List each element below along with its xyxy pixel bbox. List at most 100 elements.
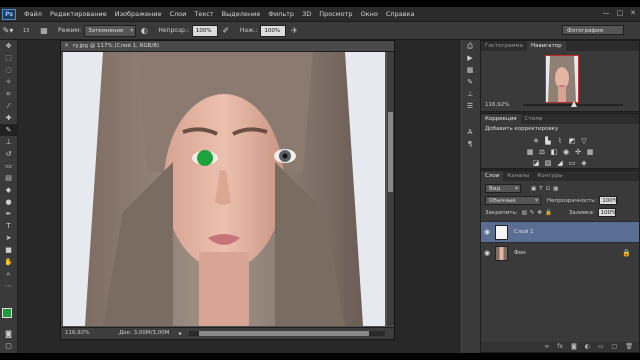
lasso-icon[interactable]: ◌: [0, 64, 17, 76]
vertical-scrollbar[interactable]: [387, 52, 394, 326]
menu-select[interactable]: Выделение: [218, 10, 265, 18]
brush-icon[interactable]: ✎: [0, 124, 17, 136]
paragraph-panel-icon[interactable]: ¶: [460, 138, 480, 150]
new-layer-icon[interactable]: ▢: [612, 342, 618, 352]
menu-file[interactable]: Файл: [20, 10, 46, 18]
character-panel-icon[interactable]: A: [460, 126, 480, 138]
brush-preset-icon[interactable]: ✎▾: [2, 25, 14, 36]
hand-icon[interactable]: ✋: [0, 256, 17, 268]
link-layers-icon[interactable]: ∞: [544, 342, 549, 352]
layer-style-icon[interactable]: fx: [557, 342, 563, 352]
layer-row-layer1[interactable]: ◉ Слой 1: [481, 221, 639, 242]
selective-color-icon[interactable]: ◈: [580, 159, 588, 167]
clone-stamp-icon[interactable]: ⊥: [0, 136, 17, 148]
vertical-scroll-thumb[interactable]: [388, 112, 393, 192]
eraser-icon[interactable]: ▭: [0, 160, 17, 172]
lock-icons[interactable]: ▨✎✥🔒: [522, 210, 555, 216]
document-tab[interactable]: ✕ ry.jpg @ 117% (Слой 1, RGB/8): [61, 41, 394, 52]
color-balance-icon[interactable]: ⚖: [538, 148, 546, 156]
zoom-icon[interactable]: ⌕: [0, 268, 17, 280]
add-mask-icon[interactable]: ◙: [571, 342, 577, 352]
menu-image[interactable]: Изображение: [111, 10, 166, 18]
channel-mixer-icon[interactable]: ✣: [574, 148, 582, 156]
layer-opacity-field[interactable]: 100%: [599, 196, 618, 205]
marquee-icon[interactable]: ⬚: [0, 52, 17, 64]
gradient-icon[interactable]: ▤: [0, 172, 17, 184]
tab-channels[interactable]: Каналы: [503, 171, 533, 181]
tab-styles[interactable]: Стили: [521, 114, 547, 124]
flow-field[interactable]: 100%: [260, 24, 287, 37]
maximize-icon[interactable]: □: [617, 9, 624, 17]
vibrance-icon[interactable]: ▽: [580, 137, 588, 145]
screen-mode-icon[interactable]: ▢: [0, 340, 17, 352]
brush-panel-icon[interactable]: ▦: [38, 25, 50, 36]
eye-icon[interactable]: ◉: [481, 228, 493, 236]
dodge-icon[interactable]: ●: [0, 196, 17, 208]
pen-icon[interactable]: ✒: [0, 208, 17, 220]
path-select-icon[interactable]: ➤: [0, 232, 17, 244]
menu-window[interactable]: Окно: [357, 10, 382, 18]
opacity-field[interactable]: 100%: [191, 24, 218, 37]
layer-comps-icon[interactable]: ▦: [460, 64, 480, 76]
menu-view[interactable]: Просмотр: [315, 10, 356, 18]
menu-edit[interactable]: Редактирование: [46, 10, 111, 18]
status-menu-arrow-icon[interactable]: ▸: [179, 328, 182, 339]
menu-layers[interactable]: Слои: [165, 10, 190, 18]
invert-icon[interactable]: ◪: [532, 159, 540, 167]
posterize-icon[interactable]: ▨: [544, 159, 552, 167]
layer-filter-icons[interactable]: ▣T⊡▦: [531, 186, 561, 192]
menu-help[interactable]: Справка: [382, 10, 419, 18]
navigator-slider-knob[interactable]: [571, 101, 577, 107]
eyedropper-icon[interactable]: ⁄: [0, 100, 17, 112]
properties-panel-icon[interactable]: ☰: [460, 100, 480, 112]
workspace-select[interactable]: Фотография: [562, 25, 624, 35]
layer-row-background[interactable]: ◉ Фон 🔒: [481, 242, 639, 263]
tab-layers[interactable]: Слои: [481, 171, 504, 181]
crop-icon[interactable]: ⌗: [0, 88, 17, 100]
actions-panel-icon[interactable]: ▶: [460, 52, 480, 64]
move-icon[interactable]: ✥: [0, 40, 17, 52]
shape-icon[interactable]: ■: [0, 244, 17, 256]
photo-filter-icon[interactable]: ◉: [562, 148, 570, 156]
type-icon[interactable]: T: [0, 220, 17, 232]
menu-type[interactable]: Текст: [190, 10, 217, 18]
history-brush-icon[interactable]: ↺: [0, 148, 17, 160]
blur-icon[interactable]: ◆: [0, 184, 17, 196]
horizontal-scrollbar[interactable]: [189, 331, 385, 336]
gradient-map-icon[interactable]: ▭: [568, 159, 576, 167]
navigator-zoom-slider[interactable]: [523, 101, 623, 107]
clone-source-icon[interactable]: ⊥: [460, 88, 480, 100]
brightness-icon[interactable]: ☀: [532, 137, 540, 145]
foreground-color-swatch[interactable]: [2, 308, 12, 318]
eye-icon[interactable]: ◉: [481, 249, 493, 257]
tab-histogram[interactable]: Гистограмма: [481, 41, 527, 51]
new-group-icon[interactable]: ▭: [598, 342, 604, 352]
adjustment-layer-icon[interactable]: ◐: [585, 342, 590, 352]
tab-paths[interactable]: Контуры: [533, 171, 566, 181]
horizontal-scroll-thumb[interactable]: [199, 331, 369, 336]
brush-size-picker[interactable]: 13: [18, 25, 34, 36]
exposure-icon[interactable]: ◩: [568, 137, 576, 145]
navigator-zoom[interactable]: 116,92%: [485, 99, 509, 111]
quick-select-icon[interactable]: ✧: [0, 76, 17, 88]
delete-layer-icon[interactable]: 🗑: [625, 342, 633, 352]
color-lookup-icon[interactable]: ▦: [586, 148, 594, 156]
hue-saturation-icon[interactable]: ▦: [526, 148, 534, 156]
mode-select[interactable]: Затемнение: [84, 24, 137, 37]
tablet-pressure-icon[interactable]: ◐: [138, 25, 150, 36]
brush-panel-icon[interactable]: ✎: [460, 76, 480, 88]
healing-icon[interactable]: ✚: [0, 112, 17, 124]
menu-3d[interactable]: 3D: [298, 10, 315, 18]
close-icon[interactable]: ✕: [630, 9, 636, 17]
minimize-icon[interactable]: —: [603, 9, 610, 17]
levels-icon[interactable]: ▙: [544, 137, 552, 145]
history-panel-icon[interactable]: ⎙: [460, 40, 480, 52]
tab-adjustments[interactable]: Коррекция: [481, 114, 521, 124]
airbrush-icon[interactable]: ✈: [288, 25, 300, 36]
more-tools-icon[interactable]: ⋯: [0, 280, 17, 292]
layer-filter-select[interactable]: Вид: [485, 184, 521, 193]
blend-mode-select[interactable]: Обычные: [485, 196, 541, 205]
black-white-icon[interactable]: ◧: [550, 148, 558, 156]
menu-filter[interactable]: Фильтр: [264, 10, 298, 18]
close-icon[interactable]: ✕: [64, 41, 69, 51]
